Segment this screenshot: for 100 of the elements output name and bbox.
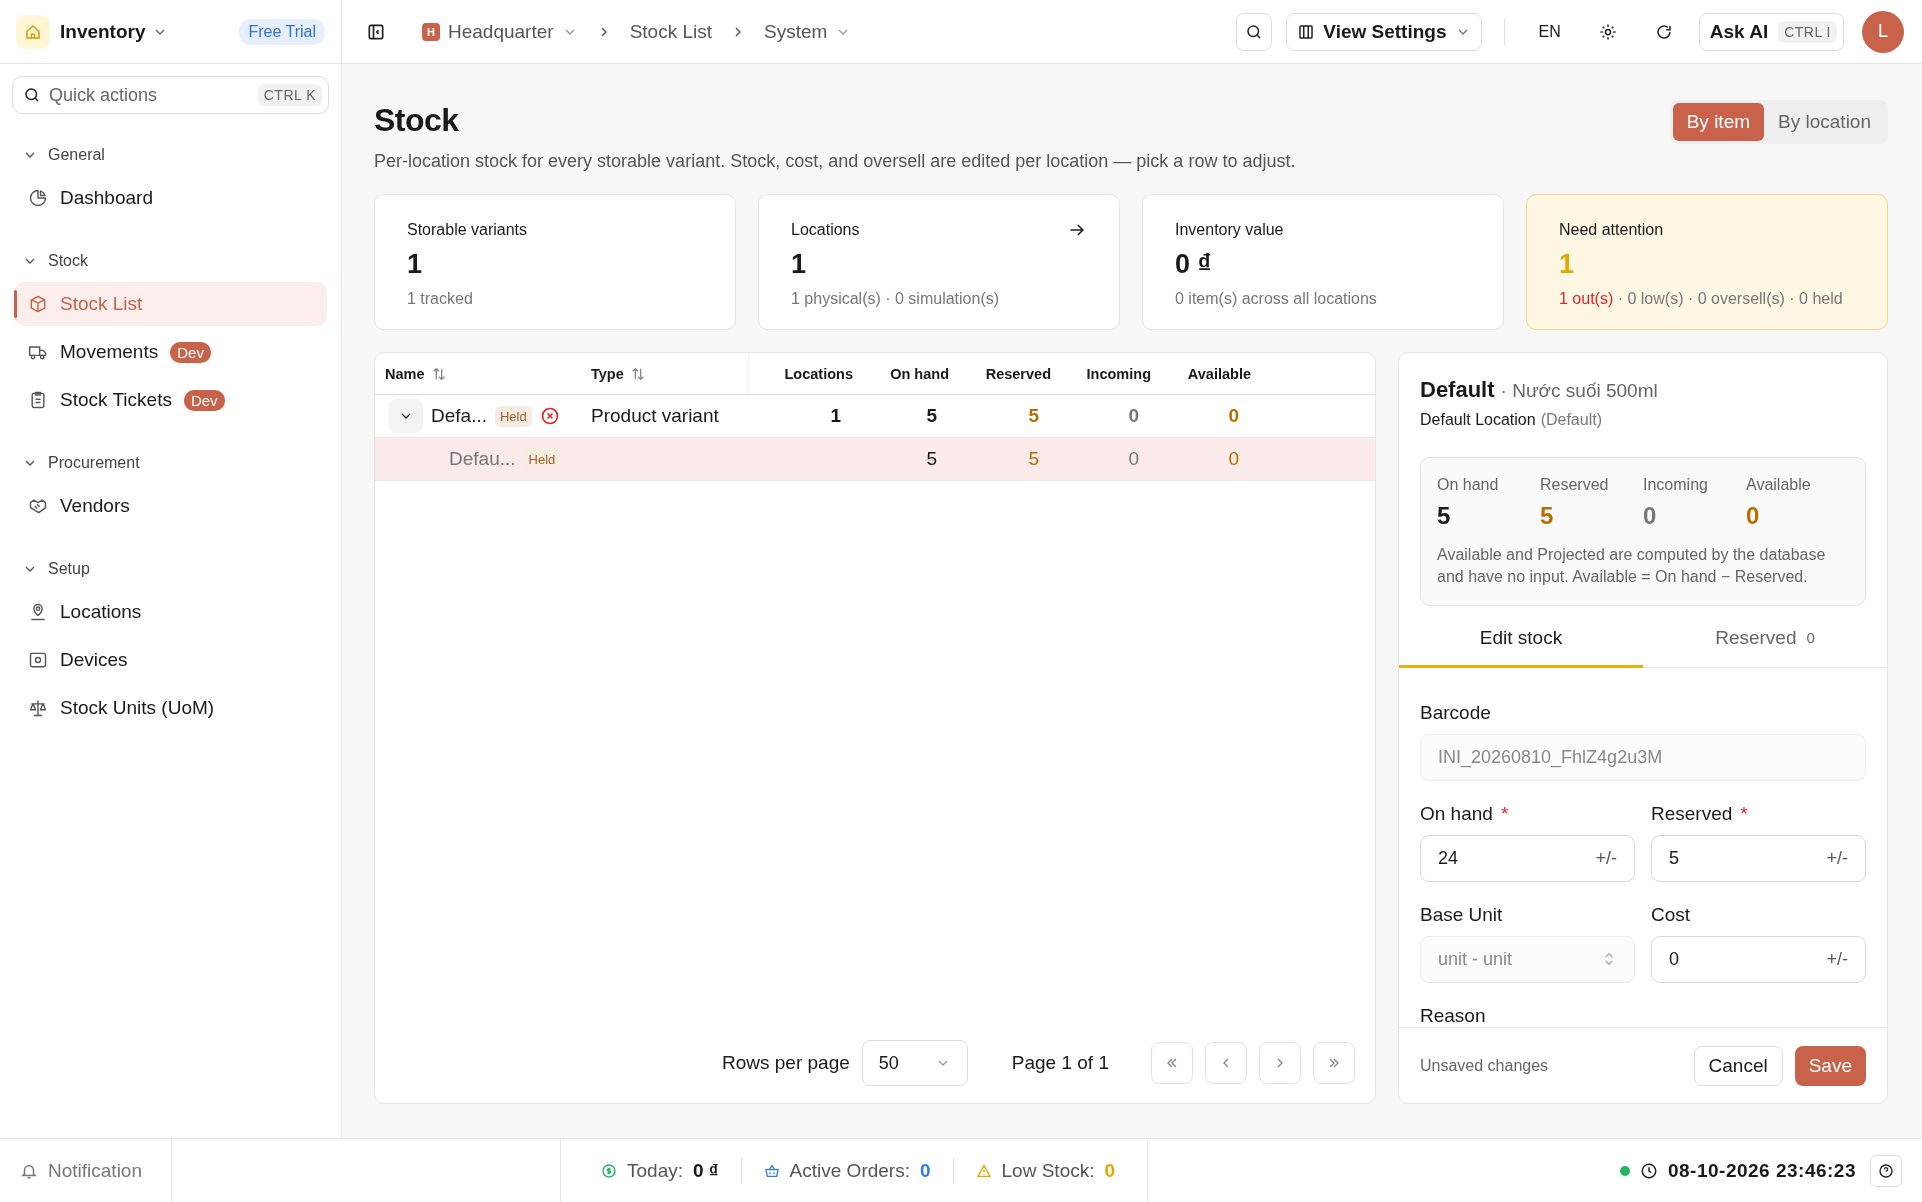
field-label: Cost	[1651, 903, 1691, 926]
column-header[interactable]: Name	[375, 353, 581, 394]
field-label: Base Unit	[1420, 903, 1503, 926]
nav-label: Movements	[60, 341, 159, 363]
rows-per-page-label: Rows per page	[722, 1052, 850, 1074]
dev-badge: Dev	[183, 389, 225, 411]
summary-label: Reserved	[1540, 476, 1610, 494]
cancel-button[interactable]: Cancel	[1693, 1045, 1783, 1086]
table-cell: 5	[926, 448, 937, 470]
panel-tab[interactable]: Reserved 0	[1643, 610, 1887, 669]
stat-detail: 0 item(s) across all locations	[1175, 290, 1378, 308]
sidebar-item[interactable]: Stock Units (UoM)	[14, 686, 327, 730]
table-cell-text: 1	[829, 404, 842, 428]
columns-icon	[1297, 22, 1316, 41]
summary-label: Available	[1746, 476, 1812, 494]
clipboard-icon	[28, 390, 48, 410]
summary-label: Incoming	[1643, 476, 1709, 494]
status-badge: Held	[495, 405, 532, 427]
summary-label: On hand	[1437, 476, 1500, 494]
sidebar-item[interactable]: Stock Tickets Dev	[14, 378, 327, 422]
table-row[interactable]: Defau... Held 5 5 0 0	[375, 438, 1375, 481]
dev-badge: Dev	[170, 341, 211, 363]
stat-label: Inventory value	[1175, 221, 1284, 239]
status-badge: Held	[523, 448, 561, 470]
breadcrumb-item[interactable]: Stock List	[629, 20, 712, 43]
shortcut-hint: CTRL K	[257, 84, 322, 106]
device-icon	[28, 650, 48, 670]
item-name: Defa...	[431, 405, 487, 427]
help-icon[interactable]	[1870, 1154, 1902, 1187]
number-field[interactable]: 24 +/-	[1420, 834, 1635, 882]
summary-value: 5	[1540, 502, 1555, 530]
stat-value: 1	[407, 249, 424, 280]
column-header: Reserved	[984, 364, 1052, 384]
page-indicator: Page 1 of 1	[1011, 1052, 1109, 1074]
page-title: Stock	[374, 102, 460, 139]
column-header: On hand	[889, 364, 950, 384]
stat-detail: 1 out(s) · 0 low(s) · 0 oversell(s) · 0 held	[1559, 290, 1844, 308]
location-pin-icon	[28, 602, 48, 622]
status-label: Today:	[627, 1159, 683, 1182]
sidebar-item[interactable]: Locations	[14, 590, 327, 634]
table-cell-text: 0	[1227, 404, 1240, 428]
view-option[interactable]: By location	[1764, 103, 1885, 141]
sidebar-item[interactable]: Stock List	[14, 282, 327, 326]
view-settings-button[interactable]: View Settings	[1286, 12, 1482, 51]
section-header[interactable]: General	[12, 136, 105, 174]
app-switcher[interactable]: Inventory	[60, 20, 230, 43]
status-label: Low Stock:	[1001, 1159, 1095, 1182]
panel-subtitle: · Nước suối 500ml	[1500, 380, 1658, 402]
quick-actions-field[interactable]: Quick actions CTRL K	[12, 76, 329, 114]
sidebar-item[interactable]: Vendors	[14, 484, 327, 528]
field-label: Reserved	[1651, 802, 1733, 825]
sidebar-item[interactable]: Dashboard	[14, 176, 327, 220]
status-label: Active Orders:	[789, 1159, 910, 1182]
table-cell-text: 5	[1027, 404, 1040, 428]
stat-value: 0 ₫	[1175, 249, 1213, 280]
nav-label: Devices	[60, 649, 128, 671]
section-header[interactable]: Procurement	[12, 444, 140, 482]
view-option[interactable]: By item	[1672, 103, 1765, 141]
rows-per-page-select[interactable]: 50	[861, 1040, 968, 1086]
search-button[interactable]	[1236, 12, 1273, 51]
plan-badge: Free Trial	[239, 18, 325, 45]
scale-icon	[28, 698, 48, 718]
location-badge: H	[422, 22, 440, 41]
number-field[interactable]: 5 +/-	[1651, 834, 1866, 882]
field-label: Barcode	[1420, 701, 1491, 724]
save-button[interactable]: Save	[1794, 1045, 1866, 1086]
field-label: Reason	[1420, 1004, 1486, 1027]
user-avatar[interactable]: L	[1862, 10, 1904, 53]
summary-value: 0	[1643, 502, 1658, 530]
sidebar-item[interactable]: Devices	[14, 638, 327, 682]
status-value: 0	[1104, 1159, 1116, 1182]
field-placeholder: Quick actions	[49, 84, 159, 106]
stat-label: Need attention	[1559, 221, 1664, 239]
stat-detail: 1 tracked	[407, 290, 474, 308]
column-header: Available	[1186, 364, 1252, 384]
panel-title: Default	[1420, 377, 1495, 403]
search-icon	[23, 86, 41, 104]
stat-label: Storable variants	[407, 221, 528, 239]
notification-button[interactable]: Notification	[0, 1139, 172, 1202]
breadcrumb-item[interactable]: System	[764, 20, 852, 43]
number-field[interactable]: 0 +/-	[1651, 935, 1866, 983]
section-header[interactable]: Stock	[12, 242, 88, 280]
unsaved-status: Unsaved changes	[1420, 1056, 1550, 1075]
location-note: (Default)	[1540, 411, 1602, 429]
clock-time: 08-10-2026 23:46:23	[1667, 1159, 1856, 1182]
ask-ai-button[interactable]: Ask AI CTRL I	[1698, 12, 1844, 51]
nav-label: Vendors	[60, 495, 130, 517]
table-cell-text: 5	[925, 404, 938, 428]
page-subtitle: Per-location stock for every storable variant. Stock, cost, and oversell are edited per location — pick a row to adjust.	[374, 151, 1296, 172]
panel-tab[interactable]: Edit stock	[1399, 610, 1643, 669]
section-header[interactable]: Setup	[12, 550, 90, 588]
sidebar-item[interactable]: Movements Dev	[14, 330, 327, 374]
table-cell: 5	[1028, 448, 1039, 470]
shortcut-hint: CTRL I	[1778, 20, 1837, 43]
breadcrumb-item[interactable]: H Headquarter	[422, 20, 578, 43]
status-value: 0 ₫	[693, 1159, 719, 1182]
summary-value: 5	[1437, 502, 1452, 530]
language-button[interactable]: EN	[1526, 22, 1573, 41]
column-header[interactable]: Type	[581, 353, 749, 394]
location-name: Default Location	[1420, 411, 1536, 429]
